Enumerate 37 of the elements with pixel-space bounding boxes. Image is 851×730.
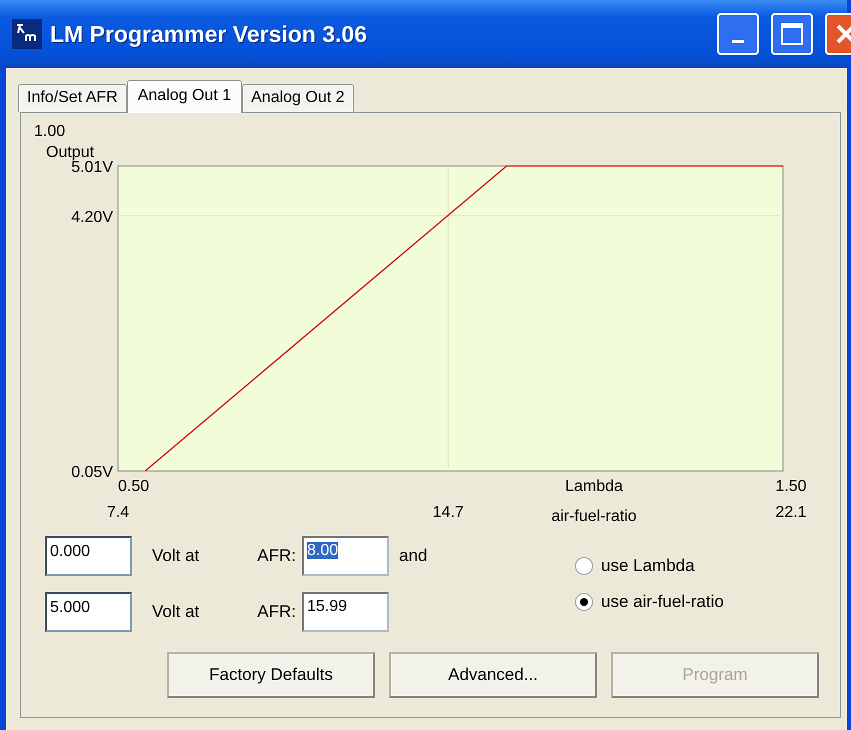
axis-title: air-fuel-ratio [551,508,637,525]
maximize-button[interactable] [771,13,813,55]
field-label: Volt at [152,602,200,622]
app-icon [12,19,42,49]
tab[interactable]: Analog Out 2 [242,84,354,112]
tick-label: 5.01V [71,159,113,176]
corner-label: 1.00 [34,123,66,140]
tab[interactable]: Analog Out 1 [126,80,242,113]
field-label: AFR: [257,602,296,622]
volt-field[interactable]: 0.000 [45,536,132,576]
afr-field[interactable]: 8.00 [302,536,389,576]
radio-icon[interactable] [575,593,593,611]
dialog-button[interactable]: Advanced... [389,652,597,698]
tick-label: 22.1 [775,504,807,521]
radio-option[interactable]: use Lambda [575,556,724,576]
dialog-button[interactable]: Factory Defaults [167,652,375,698]
afr-field[interactable]: 15.99 [302,592,389,632]
field-label: AFR: [257,546,296,566]
minimize-icon [732,40,744,42]
tick-label: 4.20V [71,208,113,226]
axis-title: Output [46,144,94,161]
tick-label: 0.05V [71,464,113,481]
tick-label: 0.50 [118,478,150,495]
tick-label: 1.50 [775,478,807,495]
close-icon [834,22,851,46]
window-title: LM Programmer Version 3.06 [50,20,368,48]
tick-label: 14.7 [432,504,464,521]
volt-field[interactable]: 5.000 [45,592,132,632]
radio-option[interactable]: use air-fuel-ratio [575,592,724,612]
axis-title: Lambda [565,478,623,495]
field-label: Volt at [152,546,200,566]
minimize-button[interactable] [717,13,759,55]
maximize-icon [780,22,804,46]
tick-label: 7.4 [106,504,130,521]
tab[interactable]: Info/Set AFR [18,84,127,112]
field-label: and [399,546,428,566]
radio-icon[interactable] [575,557,593,575]
